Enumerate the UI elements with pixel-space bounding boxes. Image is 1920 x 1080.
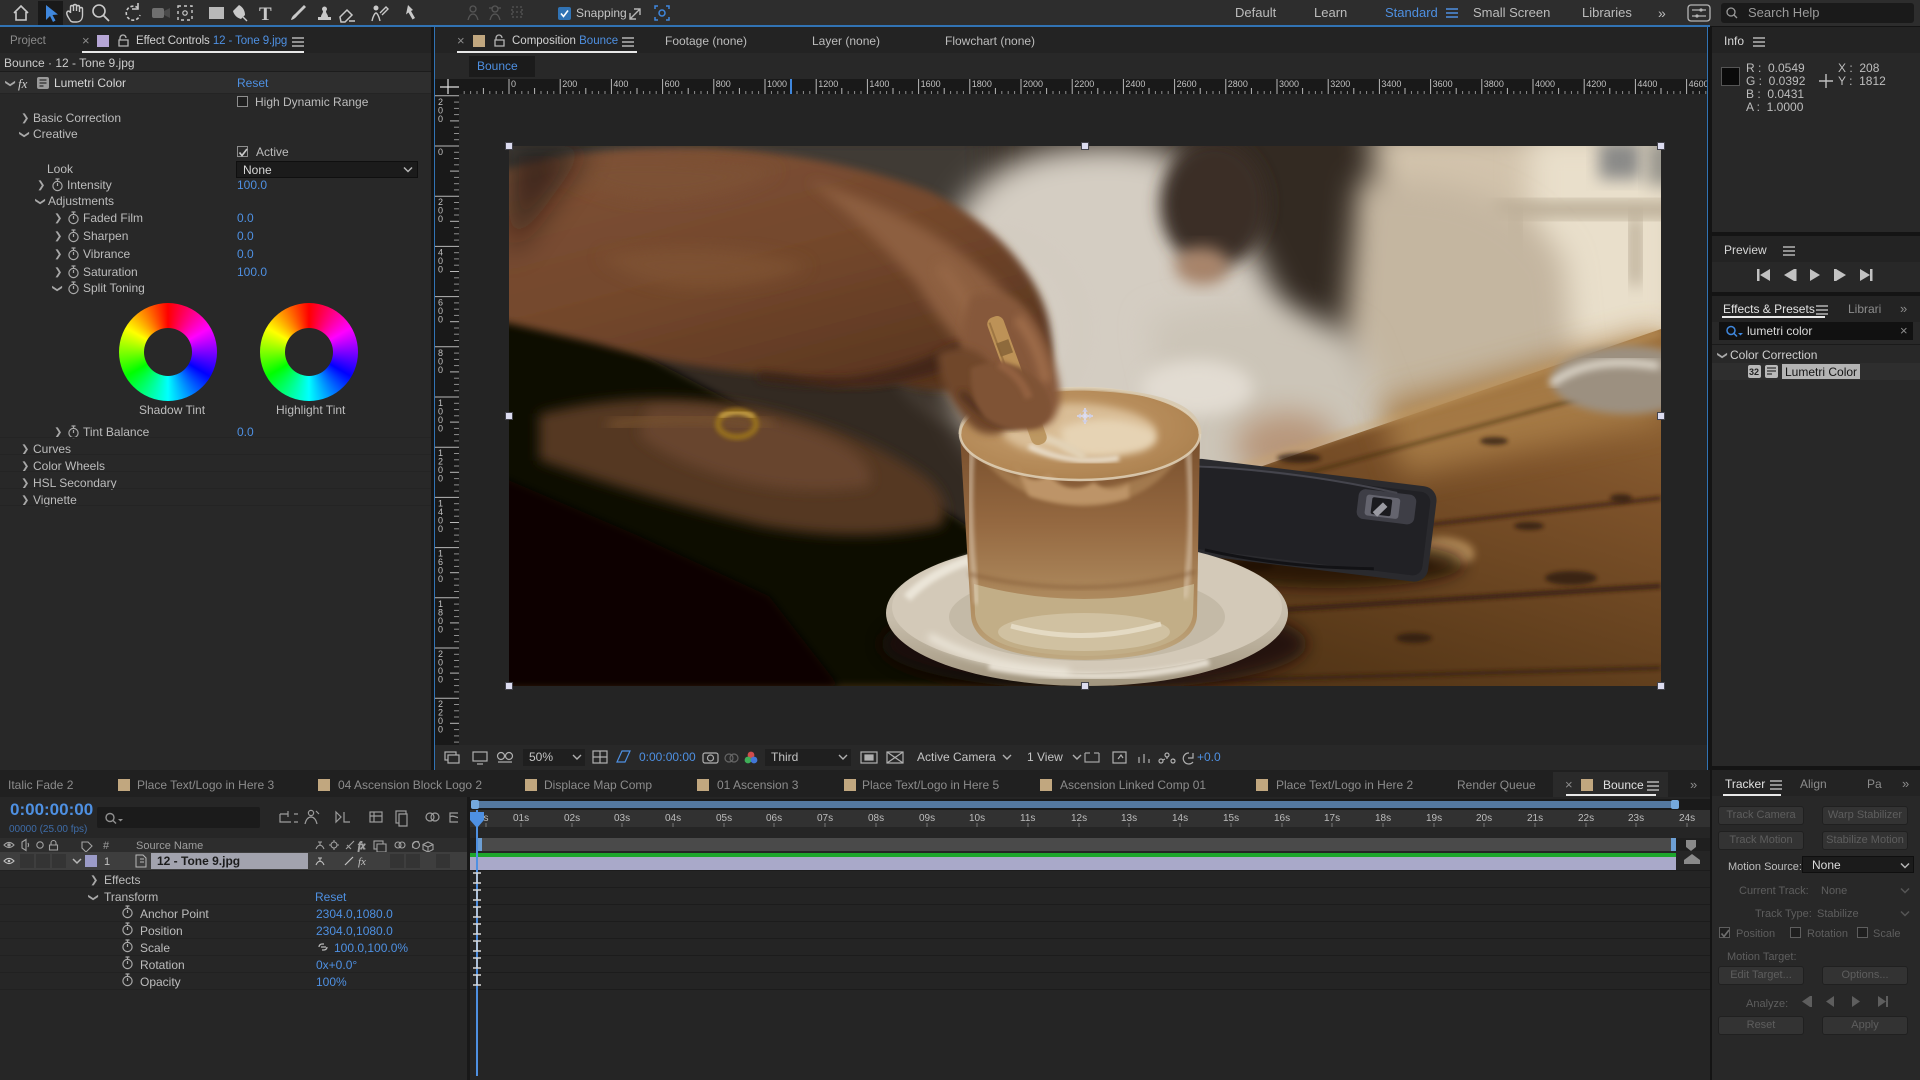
svg-text:0: 0 xyxy=(438,624,443,634)
svg-text:3800: 3800 xyxy=(1484,79,1504,89)
svg-text:4600: 4600 xyxy=(1689,79,1707,89)
svg-text:0: 0 xyxy=(438,147,443,157)
svg-text:11s: 11s xyxy=(1020,813,1035,824)
svg-text:Snapping: Snapping xyxy=(576,6,627,20)
svg-text:2200: 2200 xyxy=(1074,79,1094,89)
svg-text:1: 1 xyxy=(104,856,110,868)
svg-text:08s: 08s xyxy=(868,813,884,824)
svg-text:Search Help: Search Help xyxy=(1748,5,1820,20)
svg-text:2000: 2000 xyxy=(1023,79,1043,89)
svg-text:»: » xyxy=(1658,5,1666,21)
svg-text:32: 32 xyxy=(1749,367,1759,377)
svg-text:16s: 16s xyxy=(1274,813,1290,824)
svg-text:2600: 2600 xyxy=(1177,79,1197,89)
svg-text:fx: fx xyxy=(358,856,366,868)
svg-text:200: 200 xyxy=(562,79,577,89)
svg-text:0: 0 xyxy=(438,114,443,124)
svg-text:Source Name: Source Name xyxy=(136,840,203,852)
svg-text:1400: 1400 xyxy=(869,79,889,89)
svg-text:17s: 17s xyxy=(1324,813,1340,824)
svg-text:03s: 03s xyxy=(614,813,630,824)
svg-text:Standard: Standard xyxy=(1385,5,1438,20)
svg-text:05s: 05s xyxy=(716,813,732,824)
svg-text:Libraries: Libraries xyxy=(1582,5,1632,20)
svg-text:#: # xyxy=(103,840,110,852)
svg-text:13s: 13s xyxy=(1121,813,1137,824)
svg-text:09s: 09s xyxy=(919,813,935,824)
svg-text:0: 0 xyxy=(438,574,443,584)
svg-text:1600: 1600 xyxy=(921,79,941,89)
svg-text:22s: 22s xyxy=(1578,813,1594,824)
svg-text:07s: 07s xyxy=(817,813,833,824)
svg-text:3400: 3400 xyxy=(1381,79,1401,89)
svg-text:0: 0 xyxy=(438,474,443,484)
svg-text:0: 0 xyxy=(438,264,443,274)
svg-text:21s: 21s xyxy=(1527,813,1543,824)
svg-text:12 - Tone 9.jpg: 12 - Tone 9.jpg xyxy=(157,854,240,868)
svg-text:06s: 06s xyxy=(766,813,782,824)
svg-text:2800: 2800 xyxy=(1228,79,1248,89)
svg-text:1200: 1200 xyxy=(818,79,838,89)
svg-text:20s: 20s xyxy=(1476,813,1492,824)
svg-text:T: T xyxy=(259,4,272,25)
svg-text:0: 0 xyxy=(438,424,443,434)
svg-text:2400: 2400 xyxy=(1125,79,1145,89)
svg-text:4200: 4200 xyxy=(1586,79,1606,89)
svg-text:+0.0: +0.0 xyxy=(1197,750,1221,764)
svg-text:01s: 01s xyxy=(513,813,529,824)
svg-text:fx: fx xyxy=(358,841,366,852)
svg-text:400: 400 xyxy=(613,79,628,89)
svg-text:0: 0 xyxy=(438,524,443,534)
svg-text:04s: 04s xyxy=(665,813,681,824)
svg-text:0: 0 xyxy=(438,214,443,224)
svg-text:18s: 18s xyxy=(1375,813,1391,824)
svg-text:1 View: 1 View xyxy=(1027,750,1063,764)
svg-text:3000: 3000 xyxy=(1279,79,1299,89)
svg-text:15s: 15s xyxy=(1223,813,1239,824)
svg-text:800: 800 xyxy=(716,79,731,89)
svg-text:19s: 19s xyxy=(1426,813,1442,824)
svg-text:23s: 23s xyxy=(1628,813,1644,824)
svg-text:0: 0 xyxy=(511,79,516,89)
svg-text:0:00:00:00: 0:00:00:00 xyxy=(639,750,696,764)
svg-text:12s: 12s xyxy=(1071,813,1087,824)
svg-text:Learn: Learn xyxy=(1314,5,1347,20)
svg-text:Small Screen: Small Screen xyxy=(1473,5,1550,20)
svg-text:14s: 14s xyxy=(1172,813,1188,824)
svg-text:50%: 50% xyxy=(529,750,553,764)
svg-text:4000: 4000 xyxy=(1535,79,1555,89)
svg-text:Active Camera: Active Camera xyxy=(917,750,996,764)
svg-text:0: 0 xyxy=(438,315,443,325)
svg-text:3600: 3600 xyxy=(1433,79,1453,89)
svg-text:600: 600 xyxy=(665,79,680,89)
svg-text:0: 0 xyxy=(438,725,443,735)
svg-text:10s: 10s xyxy=(969,813,985,824)
svg-text:0: 0 xyxy=(438,675,443,685)
svg-text:02s: 02s xyxy=(564,813,580,824)
svg-text:Default: Default xyxy=(1235,5,1277,20)
svg-text:1800: 1800 xyxy=(972,79,992,89)
svg-text:24s: 24s xyxy=(1679,813,1695,824)
svg-text:3200: 3200 xyxy=(1330,79,1350,89)
svg-text:1000: 1000 xyxy=(767,79,787,89)
svg-text:Third: Third xyxy=(771,750,798,764)
svg-text:0: 0 xyxy=(438,365,443,375)
svg-text:4400: 4400 xyxy=(1637,79,1657,89)
